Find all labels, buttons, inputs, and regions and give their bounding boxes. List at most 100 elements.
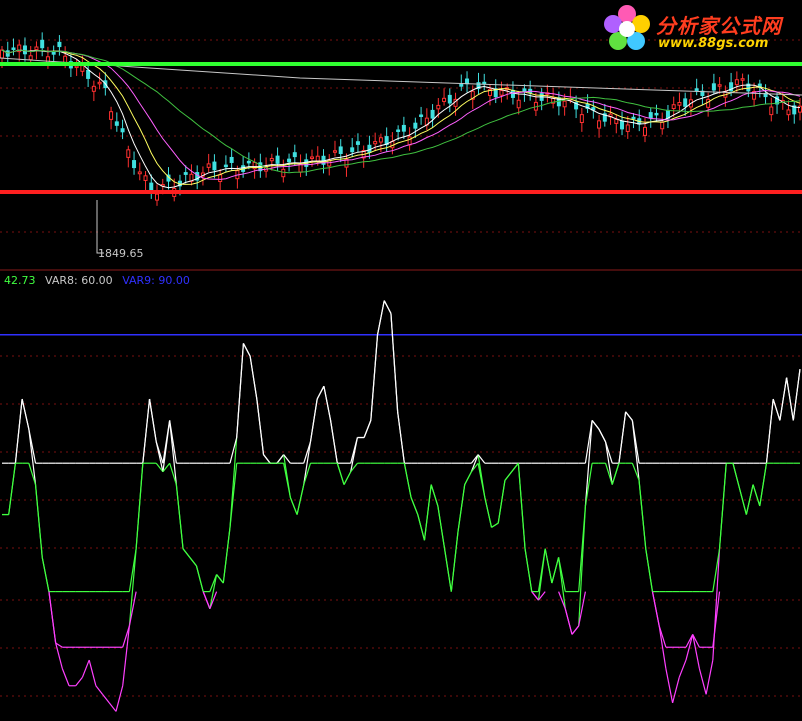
var8-floor-segment (236, 343, 245, 438)
candle-body (620, 120, 625, 130)
green-band-segment (403, 463, 412, 498)
green-band-segment (8, 463, 17, 515)
var8-floor-segment (263, 454, 271, 464)
candle-body (648, 112, 653, 119)
site-logo: 分析家公式网 www.88gs.com (600, 2, 800, 58)
green-band-segment (430, 484, 439, 507)
green-band-segment (34, 484, 43, 558)
candle-body (292, 152, 297, 158)
candle-body (482, 81, 487, 85)
candle-body (310, 156, 315, 159)
green-band-segment (718, 463, 727, 549)
candle-body (143, 175, 148, 181)
var8-floor-segment (785, 377, 794, 421)
indicator-segment (705, 659, 714, 695)
indicator-segment (61, 668, 70, 686)
indicator-lines (2, 300, 801, 712)
candle-body (510, 89, 515, 98)
green-band-segment (638, 480, 647, 549)
candle-body (275, 155, 280, 164)
green-band-segment (732, 463, 741, 490)
var8-floor-segment (772, 398, 781, 421)
green-band-segment (544, 548, 553, 584)
candle-body (11, 47, 16, 50)
candle-body (0, 49, 4, 59)
candle-body (218, 174, 223, 183)
grid-lines (0, 39, 802, 697)
green-band-segment (41, 557, 50, 592)
candle-body (671, 104, 676, 110)
green-band-segment (745, 484, 754, 515)
var8-floor-segment (779, 377, 788, 421)
indicator-readout: 42.73 VAR8: 60.00 VAR9: 90.00 (4, 274, 196, 287)
green-band-segment (484, 497, 493, 528)
candle-body (579, 114, 584, 124)
candle-body (212, 161, 217, 171)
green-band-segment (222, 527, 231, 584)
candle-body (407, 136, 412, 146)
indicator-segment (584, 420, 593, 507)
candle-body (516, 99, 521, 109)
candle-body (430, 109, 435, 119)
var8-floor-segment (598, 428, 607, 443)
candle-body (332, 150, 337, 153)
green-band-segment (417, 514, 426, 541)
var8-floor-segment (329, 420, 338, 464)
candle-body (740, 78, 745, 81)
green-band-segment (135, 463, 144, 549)
indicator-segment (470, 454, 479, 472)
candle-body (28, 55, 33, 61)
green-band-segment (578, 505, 587, 592)
var8-floor-segment (256, 398, 265, 455)
candle-body (40, 39, 45, 49)
candle-body (22, 45, 27, 55)
var8-floor-segment (618, 411, 627, 464)
candle-body (229, 156, 234, 163)
indicator-segment (698, 668, 707, 695)
green-band-segment (457, 484, 466, 532)
low-marker-pointer (96, 200, 104, 254)
indicator-segment (303, 441, 312, 485)
candle-body (642, 126, 647, 136)
var8-floor-segment (350, 437, 358, 464)
var8-floor-segment (309, 398, 318, 442)
indicator-segment (75, 676, 83, 687)
magenta-band-segment (564, 608, 573, 635)
candle-body (34, 46, 39, 51)
green-band-segment (464, 471, 472, 485)
candle-body (155, 193, 160, 201)
candle-body (114, 121, 119, 126)
candle-body (206, 163, 211, 168)
candlesticks (0, 32, 802, 206)
candle-body (246, 160, 251, 164)
candle-body (137, 171, 142, 175)
var8-floor-segment (242, 343, 251, 357)
candle-body (74, 65, 79, 69)
var8-floor-segment (390, 313, 399, 412)
candle-body (459, 83, 464, 87)
green-band-segment (524, 548, 533, 592)
candle-body (51, 51, 56, 55)
candle-body (665, 109, 670, 119)
indicator-panel (0, 300, 802, 712)
indicator-value: 42.73 (4, 274, 36, 287)
var8-floor-segment (276, 454, 285, 464)
var8-floor-segment (21, 398, 30, 430)
candle-body (562, 100, 567, 108)
green-band-segment (296, 484, 305, 515)
candle-body (373, 141, 378, 145)
candle-body (631, 116, 636, 120)
candle-body (338, 146, 343, 154)
candle-body (436, 104, 441, 110)
candle-body (660, 121, 665, 130)
flower-icon (604, 5, 650, 50)
candle-body (677, 102, 682, 106)
indicator-segment (115, 685, 124, 712)
var8-floor-segment (591, 420, 600, 430)
candle-body (281, 168, 286, 178)
indicator-segment (81, 659, 90, 678)
candle-body (786, 109, 791, 116)
var8-floor-segment (397, 411, 405, 464)
green-band-segment (739, 488, 747, 515)
candle-body (378, 137, 383, 143)
